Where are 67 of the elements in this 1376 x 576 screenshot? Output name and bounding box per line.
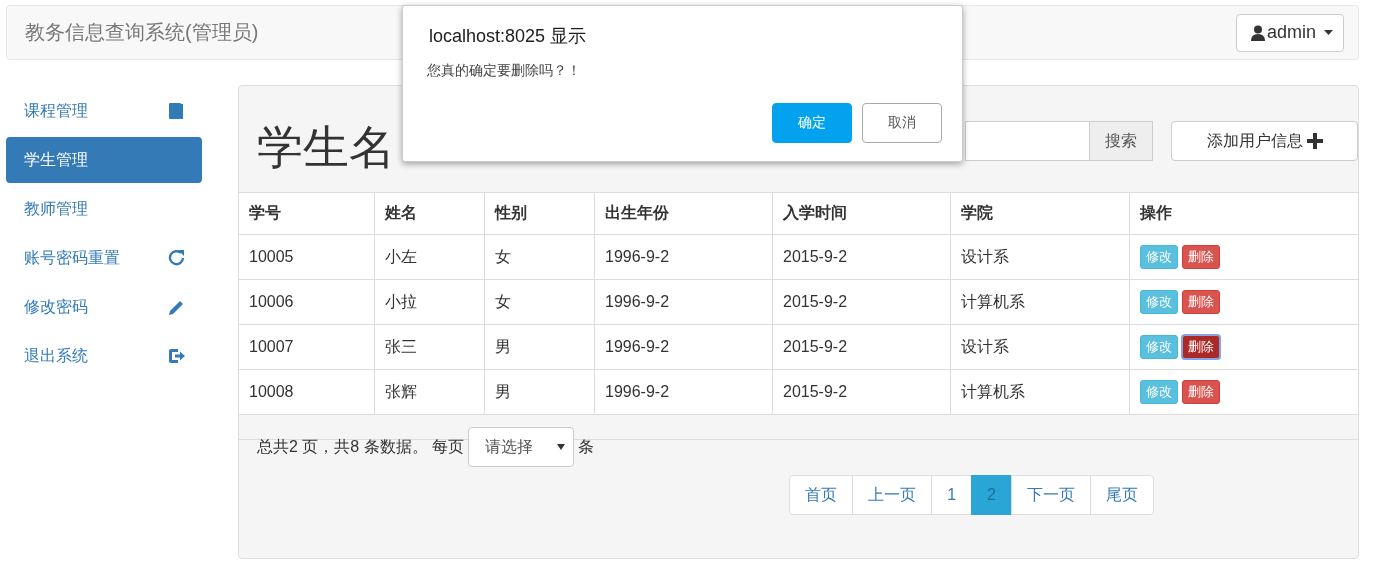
user-icon (1250, 24, 1265, 41)
page-heading: 学生名 (257, 124, 396, 170)
search-button[interactable]: 搜索 (1089, 121, 1153, 161)
caret-icon (1324, 30, 1333, 35)
delete-button[interactable]: 删除 (1182, 335, 1220, 359)
delete-button[interactable]: 删除 (1182, 290, 1220, 314)
table-cell: 设计系 (950, 324, 1130, 370)
confirm-button[interactable]: 确定 (772, 103, 852, 143)
dialog-message: 您真的确定要删除吗？！ (427, 62, 582, 80)
table-cell: 2015-9-2 (772, 234, 951, 280)
user-menu-button[interactable]: admin (1235, 13, 1344, 52)
column-header: 性别 (484, 192, 595, 235)
table-cell: 2015-9-2 (772, 279, 951, 325)
app-title: 教务信息查询系统(管理员) (25, 20, 259, 45)
page-link[interactable]: 1 (931, 475, 973, 515)
table-cell: 2015-9-2 (772, 369, 951, 415)
column-header: 学院 (950, 192, 1130, 235)
search-field[interactable] (965, 121, 1089, 161)
column-header: 操作 (1129, 192, 1358, 235)
sidebar-item[interactable]: 退出系统 (6, 333, 202, 379)
column-header: 姓名 (374, 192, 485, 235)
refresh-icon (168, 249, 186, 267)
dialog-title: localhost:8025 显示 (429, 25, 588, 48)
page-link[interactable]: 上一页 (852, 475, 933, 515)
table-cell: 1996-9-2 (594, 279, 773, 325)
table-cell: 小拉 (374, 279, 485, 325)
summary-text: 总共2 页，共8 条数据。 每页 (257, 436, 465, 457)
column-header: 学号 (239, 192, 375, 235)
page-link[interactable]: 尾页 (1090, 475, 1154, 515)
page-link[interactable]: 首页 (789, 475, 854, 515)
table-cell: 小左 (374, 234, 485, 280)
column-header: 出生年份 (594, 192, 773, 235)
sidebar-item[interactable]: 账号密码重置 (6, 235, 202, 281)
sidebar-item[interactable]: 教师管理 (6, 186, 202, 232)
table-cell: 10005 (239, 234, 375, 280)
sidebar-item[interactable]: 课程管理 (6, 88, 202, 134)
table-cell: 男 (484, 324, 595, 370)
table-cell: 男 (484, 369, 595, 415)
delete-button[interactable]: 删除 (1182, 245, 1220, 269)
page-link[interactable]: 下一页 (1011, 475, 1091, 515)
table-cell: 女 (484, 279, 595, 325)
logout-icon (168, 347, 186, 365)
table-cell: 1996-9-2 (594, 324, 773, 370)
table-cell: 10008 (239, 369, 375, 415)
add-user-button[interactable]: 添加用户信息 (1171, 121, 1358, 161)
book-icon (168, 102, 186, 120)
table-cell: 设计系 (950, 234, 1130, 280)
sidebar-item[interactable]: 学生管理 (6, 137, 202, 183)
table-cell: 1996-9-2 (594, 369, 773, 415)
delete-button[interactable]: 删除 (1182, 380, 1220, 404)
pencil-icon (168, 298, 186, 316)
table-cell: 女 (484, 234, 595, 280)
cancel-button[interactable]: 取消 (862, 103, 942, 143)
table-cell: 张三 (374, 324, 485, 370)
unit-label: 条 (578, 436, 595, 457)
plus-icon (1306, 133, 1323, 149)
column-header: 入学时间 (772, 192, 951, 235)
caret-icon (557, 444, 566, 450)
table-cell: 2015-9-2 (772, 324, 951, 370)
table-cell: 10006 (239, 279, 375, 325)
table-cell: 张辉 (374, 369, 485, 415)
table-cell: 10007 (239, 324, 375, 370)
table-cell: 计算机系 (950, 369, 1130, 415)
table-cell: 1996-9-2 (594, 234, 773, 280)
page-size-select[interactable]: 请选择 (468, 427, 575, 467)
sidebar-item[interactable]: 修改密码 (6, 284, 202, 330)
table-cell: 计算机系 (950, 279, 1130, 325)
